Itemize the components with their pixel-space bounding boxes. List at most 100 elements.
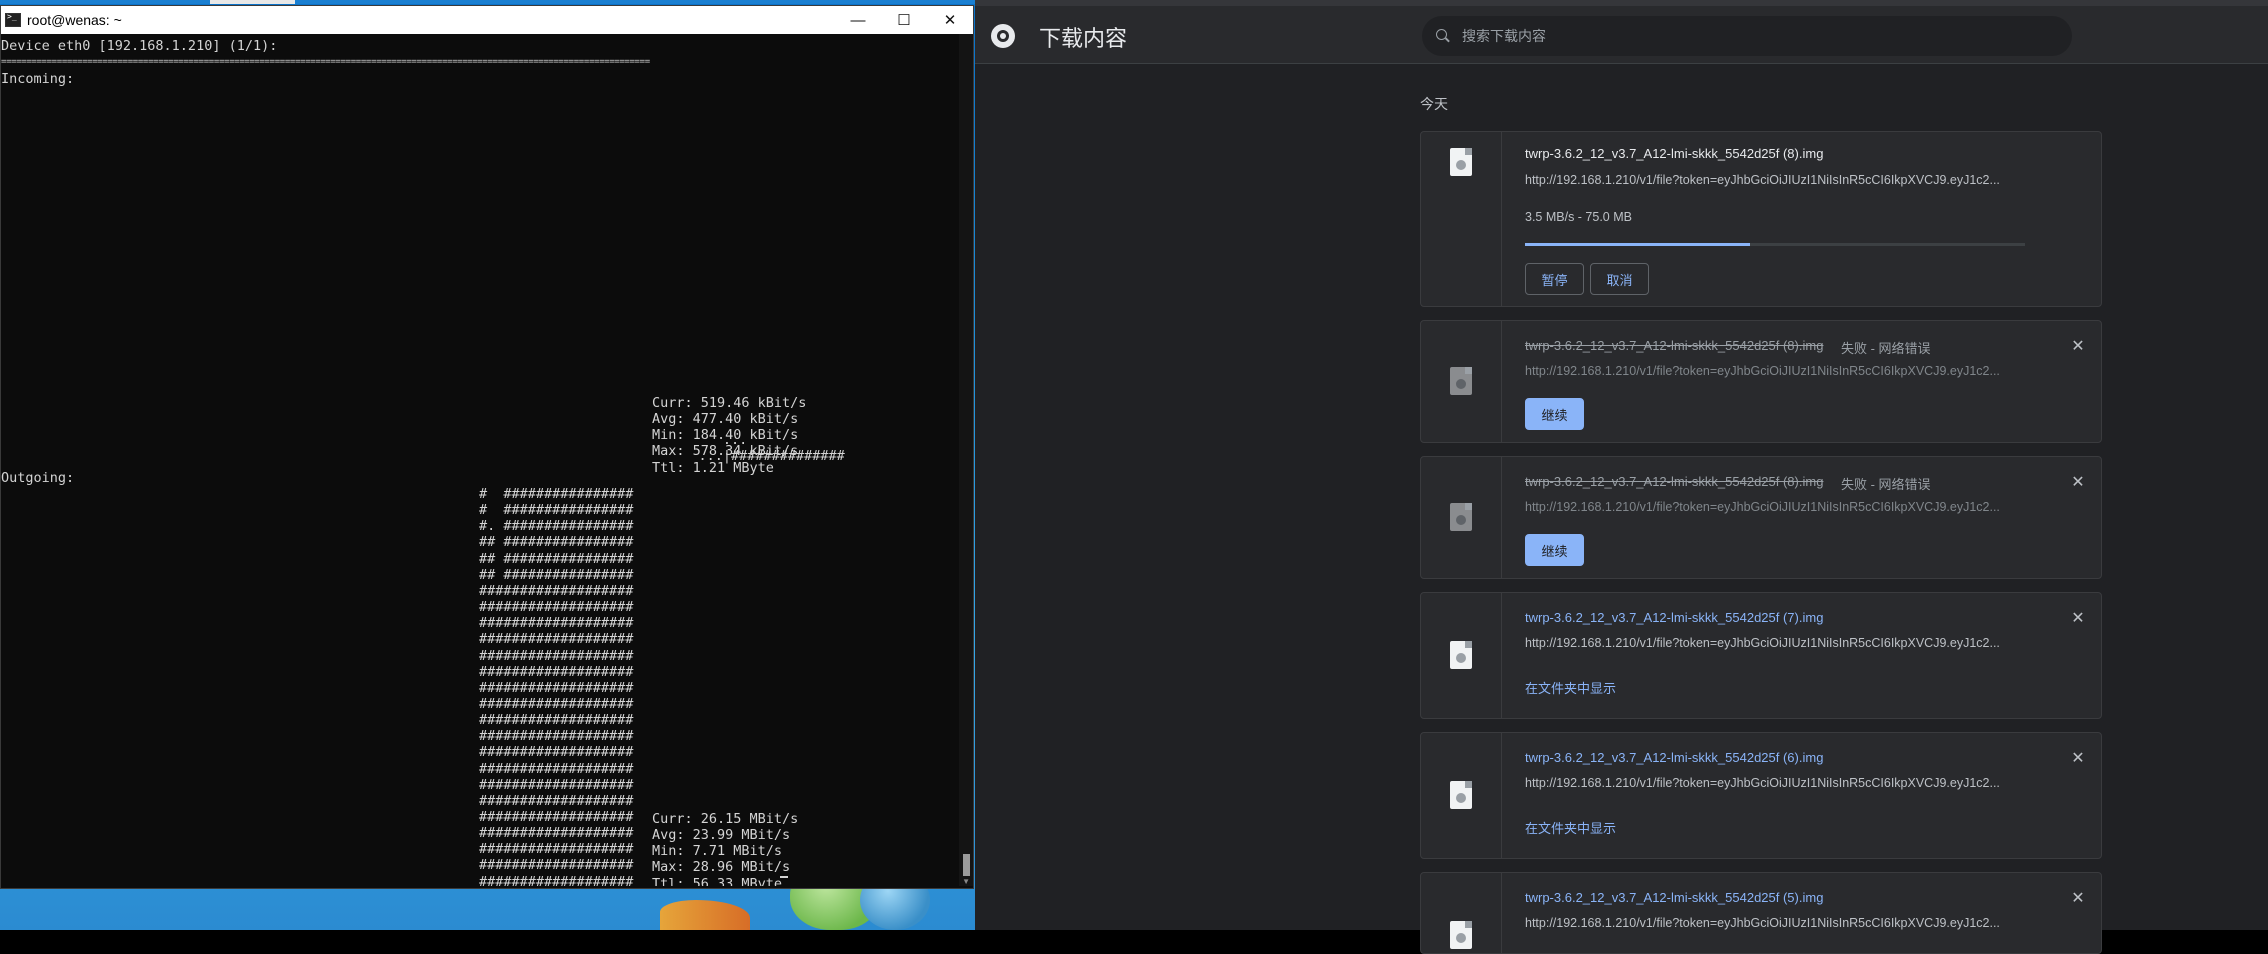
file-icon-column (1421, 321, 1502, 442)
outgoing-graph-row: # ################ (479, 486, 634, 502)
outgoing-graph-row: ## ################ (479, 566, 634, 583)
download-url[interactable]: http://192.168.1.210/v1/file?token=eyJhb… (1525, 636, 2000, 650)
terminal-titlebar[interactable]: root@wenas: ~ — ☐ ✕ (1, 6, 973, 34)
close-icon[interactable]: ✕ (2071, 611, 2085, 627)
download-status: 失败 - 网络错误 (1841, 477, 1931, 492)
incoming-stat: Curr: 519.46 kBit/s (652, 395, 807, 411)
incoming-stat: Max: 578.34 kBit/s (652, 443, 799, 460)
show-in-folder-link[interactable]: 在文件夹中显示 (1525, 818, 1616, 837)
download-item: twrp-3.6.2_12_v3.7_A12-lmi-skkk_5542d25f… (1420, 456, 2102, 579)
browser-window: 下载内容 今天 twrp-3.6.2_12_v3.7_A12-lmi-skkk_… (975, 0, 2268, 954)
outgoing-graph-row: ################### (479, 776, 634, 793)
close-icon[interactable]: ✕ (2071, 751, 2085, 767)
download-url[interactable]: http://192.168.1.210/v1/file?token=eyJhb… (1525, 500, 2000, 514)
outgoing-graph-row: #. ################ (479, 518, 634, 535)
chrome-logo-icon (991, 24, 1015, 48)
file-icon (1450, 148, 1472, 176)
terminal-app-icon (5, 12, 21, 27)
resume-button[interactable]: 继续 (1525, 534, 1584, 566)
download-progress-text: 3.5 MB/s - 75.0 MB (1525, 210, 1632, 224)
outgoing-stat: Min: 7.71 MBit/s (652, 843, 783, 860)
device-line: Device eth0 [192.168.1.210] (1/1): (1, 38, 278, 54)
close-icon[interactable]: ✕ (927, 6, 973, 34)
outgoing-graph-row: ################### (479, 599, 634, 616)
outgoing-stat: Curr: 26.15 MBit/s (652, 811, 799, 827)
search-box[interactable] (1422, 16, 2072, 56)
incoming-label: Incoming: (1, 71, 75, 87)
outgoing-stat: Ttl: 56.33 MByte (652, 875, 783, 886)
incoming-stat: Avg: 477.40 kBit/s (652, 411, 799, 428)
close-icon[interactable]: ✕ (2071, 339, 2085, 355)
download-filename[interactable]: twrp-3.6.2_12_v3.7_A12-lmi-skkk_5542d25f… (1525, 750, 1823, 765)
outgoing-graph-row: ################### (479, 792, 634, 809)
show-in-folder-link[interactable]: 在文件夹中显示 (1525, 678, 1616, 697)
close-icon[interactable]: ✕ (2071, 475, 2085, 491)
file-icon-column (1421, 132, 1502, 306)
outgoing-graph-row: ################### (479, 615, 634, 632)
wallpaper-decoration (660, 900, 750, 930)
download-url[interactable]: http://192.168.1.210/v1/file?token=eyJhb… (1525, 173, 2000, 187)
downloads-toolbar: 下载内容 (975, 6, 2268, 64)
pause-button[interactable]: 暂停 (1525, 263, 1584, 295)
separator-line: ========================================… (1, 57, 650, 67)
download-progress-bar (1525, 243, 2025, 246)
file-icon (1450, 503, 1472, 531)
terminal-scrollbar[interactable]: ▼ (959, 34, 973, 886)
terminal-title: root@wenas: ~ (27, 12, 122, 28)
resume-button[interactable]: 继续 (1525, 398, 1584, 430)
minimize-icon[interactable]: — (835, 6, 881, 34)
download-filename[interactable]: twrp-3.6.2_12_v3.7_A12-lmi-skkk_5542d25f… (1525, 610, 1823, 625)
outgoing-label: Outgoing: (1, 470, 75, 486)
outgoing-graph-row: ################### (479, 809, 634, 825)
outgoing-graph-row: ################### (479, 695, 634, 712)
download-filename[interactable]: twrp-3.6.2_12_v3.7_A12-lmi-skkk_5542d25f… (1525, 890, 1823, 905)
file-icon (1450, 781, 1472, 809)
scroll-down-icon[interactable]: ▼ (962, 877, 970, 886)
outgoing-graph-row: ################### (479, 712, 634, 729)
outgoing-stat: Avg: 23.99 MBit/s (652, 827, 791, 844)
outgoing-graph-row: ################### (479, 744, 634, 761)
outgoing-graph-row: ################### (479, 679, 634, 696)
taskbar-edge (0, 0, 975, 4)
taskbar-edge-highlight (210, 0, 295, 4)
terminal-cursor (780, 876, 788, 878)
outgoing-graph-row: ## ################ (479, 534, 634, 551)
cancel-button[interactable]: 取消 (1590, 263, 1649, 295)
download-item: twrp-3.6.2_12_v3.7_A12-lmi-skkk_5542d25f… (1420, 592, 2102, 719)
window-controls: — ☐ ✕ (835, 6, 973, 34)
download-progress-fill (1525, 243, 1750, 246)
outgoing-graph-row: ################### (479, 728, 634, 745)
file-icon-column (1421, 873, 1502, 953)
file-icon (1450, 921, 1472, 949)
terminal-output[interactable]: Device eth0 [192.168.1.210] (1/1): =====… (1, 34, 973, 886)
outgoing-graph-row: ## ################ (479, 550, 634, 567)
page-title: 下载内容 (1039, 26, 1128, 51)
outgoing-graph-row: ################### (479, 857, 634, 874)
close-icon[interactable]: ✕ (2071, 891, 2085, 907)
file-icon-column (1421, 457, 1502, 578)
download-url[interactable]: http://192.168.1.210/v1/file?token=eyJhb… (1525, 916, 2000, 930)
download-filename[interactable]: twrp-3.6.2_12_v3.7_A12-lmi-skkk_5542d25f… (1525, 146, 1823, 161)
search-input[interactable] (1460, 27, 2044, 45)
outgoing-graph-row: ################### (479, 663, 634, 680)
terminal-window[interactable]: root@wenas: ~ — ☐ ✕ Device eth0 [192.168… (0, 5, 974, 889)
date-group-header: 今天 (1420, 96, 1448, 112)
file-icon (1450, 641, 1472, 669)
download-filename: twrp-3.6.2_12_v3.7_A12-lmi-skkk_5542d25f… (1525, 338, 1824, 353)
outgoing-graph-row: ################### (479, 647, 634, 664)
outgoing-graph-row: ################### (479, 631, 634, 648)
outgoing-graph-row: ################### (479, 825, 634, 842)
file-icon-column (1421, 593, 1502, 718)
outgoing-stat: Max: 28.96 MBit/s (652, 859, 791, 876)
download-item: twrp-3.6.2_12_v3.7_A12-lmi-skkk_5542d25f… (1420, 732, 2102, 859)
incoming-stat: Min: 184.40 kBit/s (652, 427, 799, 444)
scrollbar-thumb[interactable] (963, 854, 970, 876)
download-item: twrp-3.6.2_12_v3.7_A12-lmi-skkk_5542d25f… (1420, 872, 2102, 954)
maximize-icon[interactable]: ☐ (881, 6, 927, 34)
outgoing-graph-row: ################### (479, 841, 634, 858)
outgoing-graph-row: ################### (479, 582, 634, 599)
download-status: 失败 - 网络错误 (1841, 341, 1931, 356)
download-url[interactable]: http://192.168.1.210/v1/file?token=eyJhb… (1525, 776, 2000, 790)
download-url[interactable]: http://192.168.1.210/v1/file?token=eyJhb… (1525, 364, 2000, 378)
download-filename: twrp-3.6.2_12_v3.7_A12-lmi-skkk_5542d25f… (1525, 474, 1824, 489)
